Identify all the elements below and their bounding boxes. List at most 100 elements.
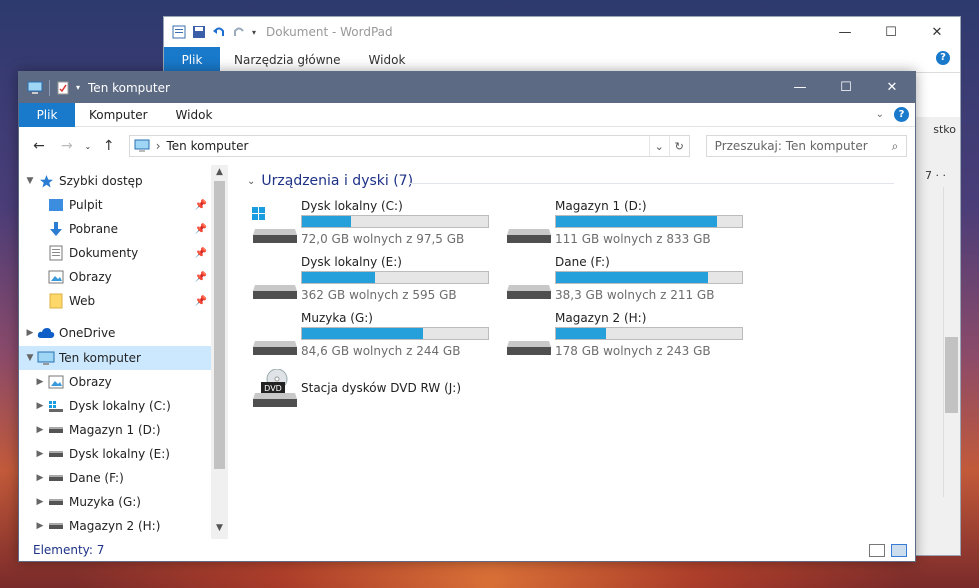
tab-computer[interactable]: Komputer bbox=[75, 103, 162, 127]
drive-tile[interactable]: Magazyn 1 (D:) 111 GB wolnych z 833 GB bbox=[505, 199, 755, 251]
address-dropdown-chevron-icon[interactable]: ⌄ bbox=[648, 136, 669, 156]
drive-tile[interactable]: Muzyka (G:) 84,6 GB wolnych z 244 GB bbox=[251, 311, 501, 363]
collapse-group-chevron-icon[interactable]: ⌄ bbox=[247, 176, 255, 187]
search-input[interactable]: Przeszukaj: Ten komputer bbox=[715, 139, 884, 153]
navigation-scrollbar[interactable]: ▲ ▼ bbox=[211, 165, 228, 539]
explorer-titlebar[interactable]: ▾ Ten komputer — ☐ ✕ bbox=[19, 72, 915, 103]
star-icon bbox=[37, 173, 55, 189]
drive-icon bbox=[47, 494, 65, 510]
wordpad-close-button[interactable]: ✕ bbox=[914, 17, 960, 47]
back-arrow-icon[interactable]: ← bbox=[27, 134, 51, 158]
drive-name: Dysk lokalny (C:) bbox=[301, 199, 403, 213]
tree-item-onedrive[interactable]: ▶ OneDrive bbox=[19, 321, 211, 345]
wordpad-tab-file[interactable]: Plik bbox=[164, 47, 220, 72]
tree-item-pc-pictures[interactable]: ▶ Obrazy bbox=[19, 370, 211, 394]
tab-view[interactable]: Widok bbox=[162, 103, 227, 127]
drive-icon bbox=[253, 341, 297, 355]
desktop-folder-icon bbox=[47, 197, 65, 213]
drive-name: Muzyka (G:) bbox=[301, 311, 373, 325]
help-icon[interactable]: ? bbox=[894, 107, 909, 122]
wordpad-ribbon-fragment: stko bbox=[933, 123, 956, 136]
refresh-icon[interactable]: ↻ bbox=[668, 136, 689, 156]
item-count: Elementy: 7 bbox=[33, 543, 105, 557]
redo-icon[interactable] bbox=[232, 25, 246, 39]
chevron-right-icon[interactable]: ▶ bbox=[33, 473, 47, 483]
pictures-icon bbox=[47, 374, 65, 390]
tree-item-pictures[interactable]: Obrazy 📌 bbox=[19, 265, 211, 289]
scroll-up-icon[interactable]: ▲ bbox=[211, 167, 228, 177]
forward-arrow-icon[interactable]: → bbox=[55, 134, 79, 158]
chevron-right-icon[interactable]: ▶ bbox=[33, 401, 47, 411]
drive-tile[interactable]: Magazyn 2 (H:) 178 GB wolnych z 243 GB bbox=[505, 311, 755, 363]
drive-tile[interactable]: Dysk lokalny (C:) 72,0 GB wolnych z 97,5… bbox=[251, 199, 501, 251]
chevron-right-icon[interactable]: ▶ bbox=[33, 497, 47, 507]
undo-icon[interactable] bbox=[212, 25, 226, 39]
tree-item-quick-access[interactable]: ▼ Szybki dostęp bbox=[19, 169, 211, 193]
tree-item-drive-g[interactable]: ▶ Muzyka (G:) bbox=[19, 490, 211, 514]
recent-locations-chevron-icon[interactable]: ⌄ bbox=[83, 134, 93, 158]
address-bar[interactable]: › Ten komputer ⌄ ↻ bbox=[128, 135, 690, 157]
address-computer-icon bbox=[134, 139, 150, 152]
pin-icon[interactable]: 📌 bbox=[195, 224, 207, 235]
wordpad-scroll-thumb[interactable] bbox=[945, 337, 958, 413]
pin-icon[interactable]: 📌 bbox=[195, 248, 207, 259]
wordpad-maximize-button[interactable]: ☐ bbox=[868, 17, 914, 47]
up-arrow-icon[interactable]: ↑ bbox=[97, 134, 121, 158]
tree-item-drive-c[interactable]: ▶ Dysk lokalny (C:) bbox=[19, 394, 211, 418]
dvd-drive-icon: DVD bbox=[253, 369, 297, 407]
drive-usage-bar bbox=[301, 215, 489, 228]
expand-ribbon-chevron-icon[interactable]: ⌄ bbox=[876, 109, 884, 120]
pin-icon[interactable]: 📌 bbox=[195, 272, 207, 283]
tab-file[interactable]: Plik bbox=[19, 102, 75, 127]
chevron-down-icon[interactable]: ▼ bbox=[23, 353, 37, 363]
pin-icon[interactable]: 📌 bbox=[195, 296, 207, 307]
tree-item-web[interactable]: Web 📌 bbox=[19, 289, 211, 313]
search-icon[interactable]: ⌕ bbox=[884, 139, 906, 154]
chevron-right-icon[interactable]: ▶ bbox=[33, 521, 47, 531]
customize-quick-access-icon[interactable]: ▾ bbox=[76, 83, 80, 92]
tree-item-drive-e[interactable]: ▶ Dysk lokalny (E:) bbox=[19, 442, 211, 466]
save-icon[interactable] bbox=[192, 25, 206, 39]
wordpad-tab-view[interactable]: Widok bbox=[355, 47, 420, 72]
tree-item-drive-d[interactable]: ▶ Magazyn 1 (D:) bbox=[19, 418, 211, 442]
wordpad-help-icon[interactable]: ? bbox=[936, 51, 950, 65]
chevron-right-icon[interactable]: ▶ bbox=[33, 377, 47, 387]
customize-quick-access-icon[interactable]: ▾ bbox=[252, 28, 256, 37]
chevron-right-icon[interactable]: ▶ bbox=[33, 425, 47, 435]
wordpad-tab-home[interactable]: Narzędzia główne bbox=[220, 47, 355, 72]
pin-icon[interactable]: 📌 bbox=[195, 200, 207, 211]
details-view-icon[interactable] bbox=[869, 543, 885, 557]
search-box[interactable]: Przeszukaj: Ten komputer ⌕ bbox=[705, 135, 907, 157]
large-icons-view-icon[interactable] bbox=[891, 543, 907, 557]
drive-icon bbox=[507, 341, 551, 355]
drive-icon bbox=[47, 470, 65, 486]
tree-label: Web bbox=[69, 294, 96, 308]
drive-tile[interactable]: Dysk lokalny (E:) 362 GB wolnych z 595 G… bbox=[251, 255, 501, 307]
tree-item-this-pc[interactable]: ▼ Ten komputer bbox=[19, 346, 211, 370]
dvd-drive-tile[interactable]: DVD Stacja dysków DVD RW (J:) bbox=[251, 369, 501, 423]
tree-item-downloads[interactable]: Pobrane 📌 bbox=[19, 217, 211, 241]
address-path[interactable]: Ten komputer bbox=[167, 139, 249, 153]
properties-icon[interactable] bbox=[56, 81, 70, 95]
tree-label: Magazyn 2 (H:) bbox=[69, 519, 161, 533]
chevron-down-icon[interactable]: ▼ bbox=[23, 176, 37, 186]
chevron-right-icon[interactable]: ▶ bbox=[33, 449, 47, 459]
group-header[interactable]: ⌄ Urządzenia i dyski (7) bbox=[247, 173, 413, 189]
tree-label: Dane (F:) bbox=[69, 471, 124, 485]
download-arrow-icon bbox=[47, 221, 65, 237]
explorer-maximize-button[interactable]: ☐ bbox=[823, 72, 869, 103]
explorer-minimize-button[interactable]: — bbox=[777, 72, 823, 103]
scroll-down-icon[interactable]: ▼ bbox=[211, 523, 228, 533]
tree-item-documents[interactable]: Dokumenty 📌 bbox=[19, 241, 211, 265]
drive-tile[interactable]: Dane (F:) 38,3 GB wolnych z 211 GB bbox=[505, 255, 755, 307]
tree-item-drive-f[interactable]: ▶ Dane (F:) bbox=[19, 466, 211, 490]
tree-item-desktop[interactable]: Pulpit 📌 bbox=[19, 193, 211, 217]
wordpad-titlebar[interactable]: ▾ Dokument - WordPad — ☐ ✕ bbox=[164, 17, 960, 47]
explorer-close-button[interactable]: ✕ bbox=[869, 72, 915, 103]
chevron-right-icon[interactable]: ▶ bbox=[23, 328, 37, 338]
wordpad-minimize-button[interactable]: — bbox=[822, 17, 868, 47]
tree-label: Dysk lokalny (C:) bbox=[69, 399, 171, 413]
tree-item-drive-h[interactable]: ▶ Magazyn 2 (H:) bbox=[19, 514, 211, 538]
navigation-scroll-thumb[interactable] bbox=[214, 181, 225, 469]
explorer-window[interactable]: ▾ Ten komputer — ☐ ✕ Plik Komputer Widok… bbox=[18, 71, 916, 562]
